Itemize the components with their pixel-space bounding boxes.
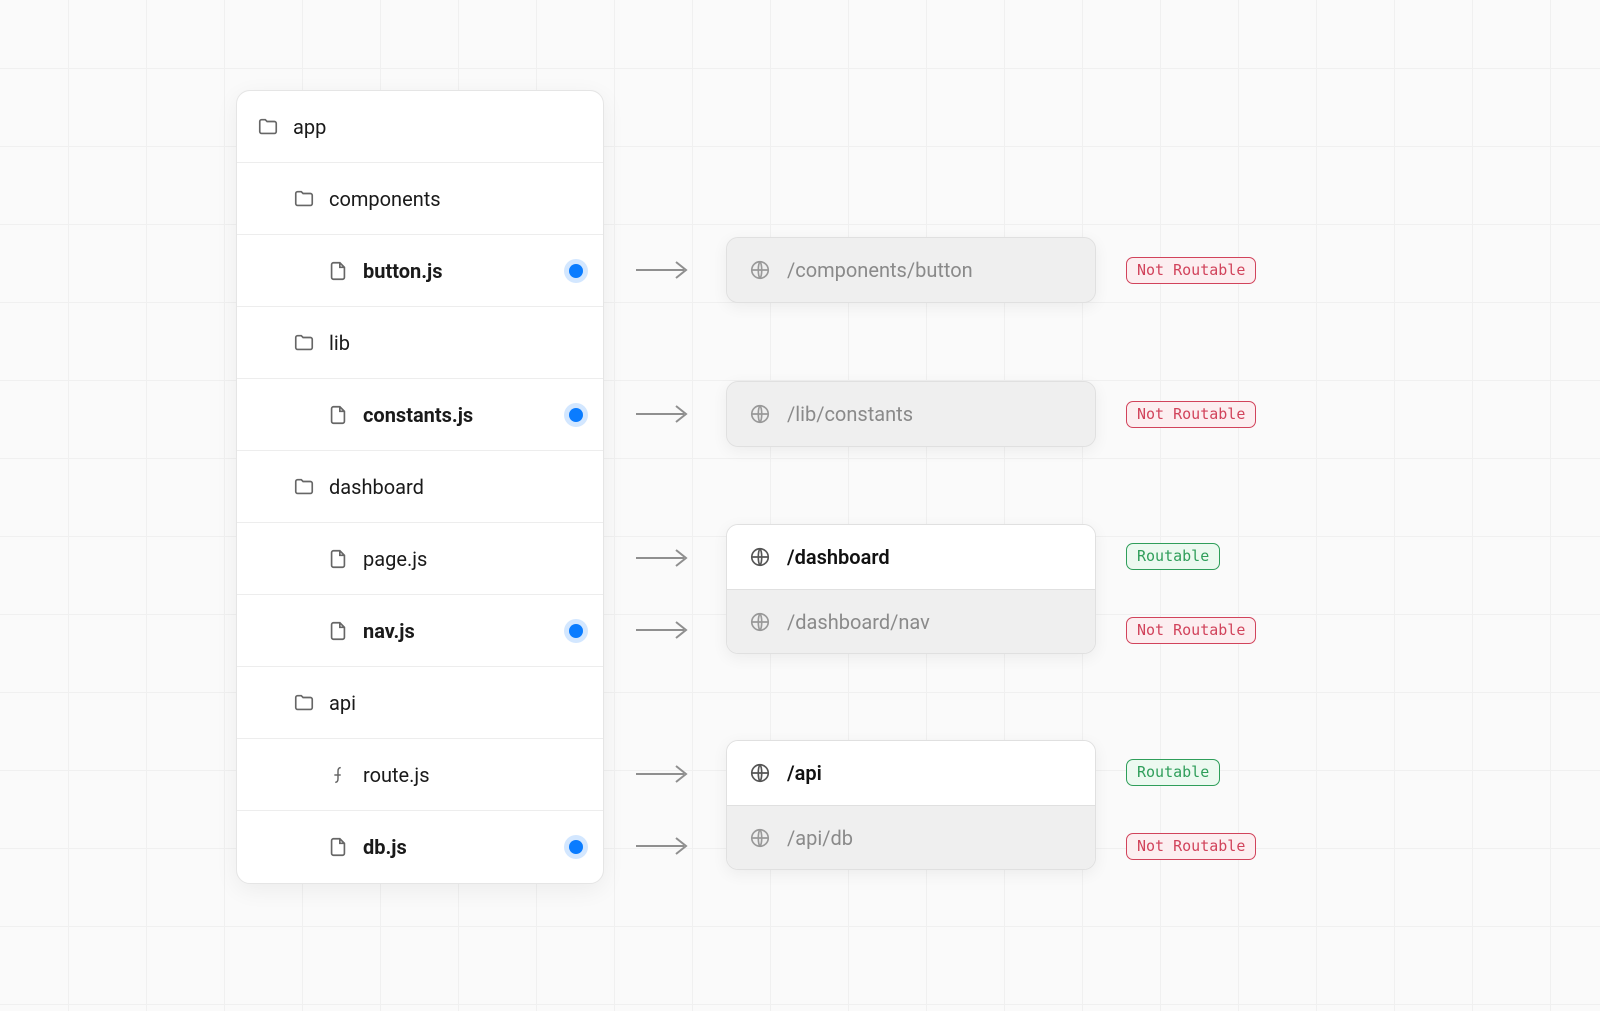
badge-not-routable: Not Routable [1126, 257, 1256, 284]
url-box-lib-constants: /lib/constants [726, 381, 1096, 447]
tree-label-button-js: button.js [363, 259, 443, 283]
url-box-dashboard-group: /dashboard /dashboard/nav [726, 524, 1096, 654]
url-row: /components/button [727, 238, 1095, 302]
globe-icon [749, 546, 771, 568]
arrow-icon [634, 618, 694, 642]
folder-icon [257, 116, 279, 138]
diagram-canvas: app components button.js lib c [114, 0, 1486, 1011]
tree-label-app: app [293, 115, 326, 139]
tree-row-route-js: route.js [237, 739, 603, 811]
tree-label-components: components [329, 187, 441, 211]
tree-row-dashboard: dashboard [237, 451, 603, 523]
globe-icon [749, 611, 771, 633]
tree-row-db-js: db.js [237, 811, 603, 883]
globe-icon [749, 827, 771, 849]
colocated-dot-icon [569, 264, 583, 278]
url-text: /dashboard [787, 545, 890, 569]
file-icon [327, 836, 349, 858]
globe-icon [749, 403, 771, 425]
file-tree-panel: app components button.js lib c [236, 90, 604, 884]
url-row-api: /api [727, 741, 1095, 805]
globe-icon [749, 762, 771, 784]
tree-row-constants-js: constants.js [237, 379, 603, 451]
tree-label-dashboard: dashboard [329, 475, 424, 499]
tree-row-app: app [237, 91, 603, 163]
folder-icon [293, 188, 315, 210]
url-row-dashboard-nav: /dashboard/nav [727, 589, 1095, 653]
file-icon [327, 548, 349, 570]
file-icon [327, 260, 349, 282]
badge-not-routable: Not Routable [1126, 617, 1256, 644]
tree-label-route-js: route.js [363, 763, 430, 787]
tree-row-lib: lib [237, 307, 603, 379]
url-text: /dashboard/nav [787, 610, 930, 634]
arrow-icon [634, 834, 694, 858]
tree-label-lib: lib [329, 331, 350, 355]
file-icon [327, 404, 349, 426]
url-row-api-db: /api/db [727, 805, 1095, 869]
arrow-icon [634, 762, 694, 786]
colocated-dot-icon [569, 408, 583, 422]
url-text: /lib/constants [787, 402, 913, 426]
tree-row-nav-js: nav.js [237, 595, 603, 667]
function-icon [327, 764, 349, 786]
badge-not-routable: Not Routable [1126, 401, 1256, 428]
globe-icon [749, 259, 771, 281]
tree-row-button-js: button.js [237, 235, 603, 307]
url-box-components-button: /components/button [726, 237, 1096, 303]
url-row-dashboard: /dashboard [727, 525, 1095, 589]
folder-icon [293, 692, 315, 714]
url-text: /api/db [787, 826, 853, 850]
url-text: /api [787, 761, 822, 785]
colocated-dot-icon [569, 840, 583, 854]
folder-icon [293, 332, 315, 354]
folder-icon [293, 476, 315, 498]
tree-label-page-js: page.js [363, 547, 427, 571]
file-icon [327, 620, 349, 642]
badge-not-routable: Not Routable [1126, 833, 1256, 860]
tree-label-api: api [329, 691, 356, 715]
arrow-icon [634, 402, 694, 426]
url-text: /components/button [787, 258, 973, 282]
tree-row-page-js: page.js [237, 523, 603, 595]
tree-row-components: components [237, 163, 603, 235]
badge-routable: Routable [1126, 543, 1220, 570]
arrow-icon [634, 546, 694, 570]
badge-routable: Routable [1126, 759, 1220, 786]
tree-row-api: api [237, 667, 603, 739]
arrow-icon [634, 258, 694, 282]
tree-label-db-js: db.js [363, 835, 407, 859]
tree-label-constants-js: constants.js [363, 403, 473, 427]
colocated-dot-icon [569, 624, 583, 638]
tree-label-nav-js: nav.js [363, 619, 415, 643]
url-box-api-group: /api /api/db [726, 740, 1096, 870]
url-row: /lib/constants [727, 382, 1095, 446]
